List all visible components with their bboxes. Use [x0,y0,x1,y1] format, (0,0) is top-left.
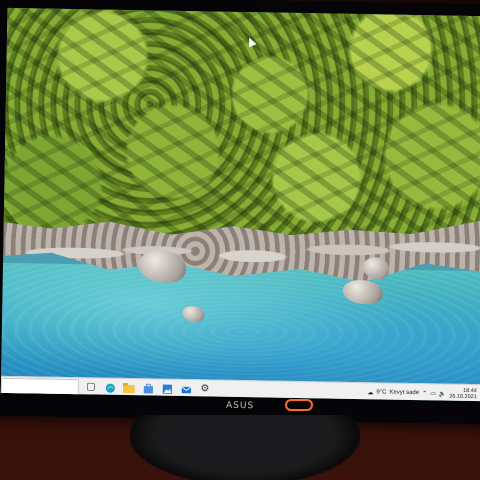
edge-icon[interactable] [103,381,117,395]
weather-condition[interactable]: Kevyt sade [389,390,419,397]
mail-icon[interactable] [179,382,193,396]
monitor-bezel: ▢ ⚙ ☁ 9°C Kevyt sade ⌃ ▭ 🔈 18:44 26.10.2… [0,0,480,425]
system-tray: ☁ 9°C Kevyt sade ⌃ ▭ 🔈 18:44 26.10.2021 [367,386,480,400]
power-button-led[interactable] [285,399,313,411]
taskbar-clock[interactable]: 18:44 26.10.2021 [449,388,477,400]
asus-logo: ASUS [225,400,255,412]
network-icon[interactable]: ▭ [430,390,436,397]
photos-icon[interactable] [160,382,174,396]
clock-date: 26.10.2021 [449,393,477,401]
weather-cloud-icon[interactable]: ☁ [367,389,373,396]
chevron-up-icon[interactable]: ⌃ [422,390,427,397]
photo-scene: ▢ ⚙ ☁ 9°C Kevyt sade ⌃ ▭ 🔈 18:44 26.10.2… [0,0,480,480]
monitor-stand [130,415,360,480]
wallpaper-shadows [3,7,480,252]
task-view-icon[interactable]: ▢ [84,380,98,394]
weather-temperature[interactable]: 9°C [376,389,386,395]
store-icon[interactable] [141,381,155,395]
desktop-screen: ▢ ⚙ ☁ 9°C Kevyt sade ⌃ ▭ 🔈 18:44 26.10.2… [0,7,480,402]
file-explorer-icon[interactable] [122,381,136,395]
search-box[interactable] [0,377,80,396]
volume-icon[interactable]: 🔈 [439,390,447,397]
settings-gear-icon[interactable]: ⚙ [198,382,212,396]
